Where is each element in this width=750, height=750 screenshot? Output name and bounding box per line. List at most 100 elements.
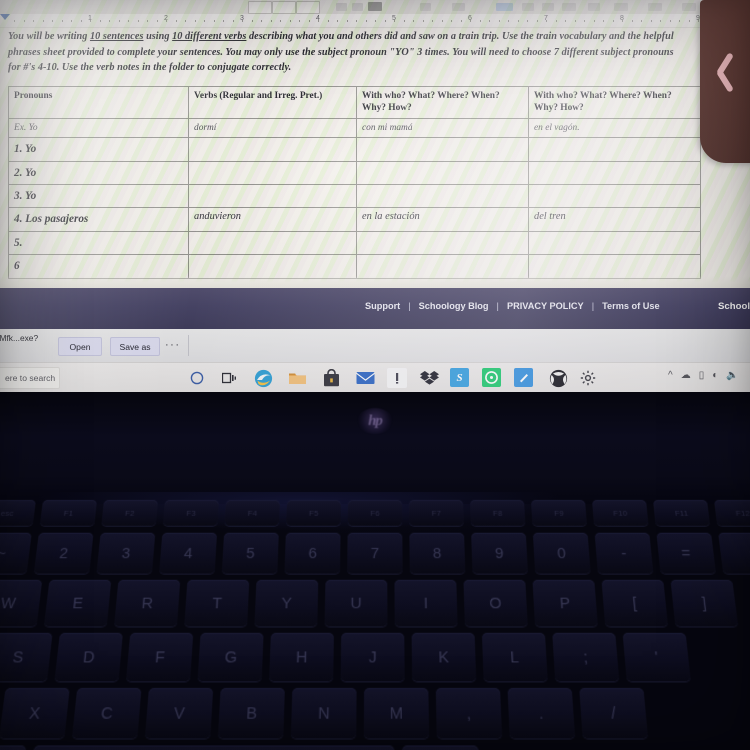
table-cell[interactable] bbox=[528, 137, 701, 162]
keyboard-key[interactable]: J bbox=[340, 632, 405, 682]
battery-icon[interactable]: ▯ bbox=[699, 371, 705, 381]
keyboard-key[interactable]: H bbox=[269, 632, 334, 682]
keyboard-key[interactable]: F1 bbox=[39, 500, 97, 526]
keyboard-key[interactable]: = bbox=[656, 532, 717, 574]
table-cell[interactable] bbox=[356, 254, 529, 279]
table-cell[interactable] bbox=[356, 137, 529, 162]
keyboard-key[interactable]: M bbox=[363, 688, 430, 739]
skype-icon[interactable]: S bbox=[450, 368, 469, 387]
toolbar-box[interactable] bbox=[248, 1, 272, 14]
table-cell[interactable] bbox=[356, 160, 529, 186]
table-cell[interactable] bbox=[188, 184, 357, 209]
toolbar-button[interactable] bbox=[352, 3, 363, 11]
table-cell-pronoun[interactable]: 2. Yo bbox=[8, 160, 189, 186]
keyboard-key[interactable]: 6 bbox=[284, 532, 341, 574]
ruler-left-indent-marker[interactable] bbox=[0, 14, 10, 20]
keyboard-key[interactable]: 4 bbox=[159, 532, 218, 574]
footer-links[interactable]: Support | Schoology Blog | PRIVACY POLICY | Te… bbox=[363, 301, 662, 311]
keyboard-key[interactable]: ] bbox=[670, 579, 739, 627]
keyboard-key[interactable]: R bbox=[114, 579, 181, 627]
volume-icon[interactable]: 🔈 bbox=[726, 371, 738, 381]
table-cell[interactable]: del tren bbox=[528, 207, 701, 232]
keyboard-key[interactable]: 2 bbox=[33, 532, 94, 574]
keyboard-key[interactable]: F11 bbox=[653, 500, 711, 526]
footer-link[interactable]: Schoology Blog bbox=[419, 301, 489, 311]
settings-gear-icon[interactable] bbox=[578, 368, 598, 388]
wifi-icon[interactable]: ◐ bbox=[712, 371, 718, 381]
keyboard-key[interactable]: esc bbox=[0, 500, 36, 526]
xbox-icon[interactable] bbox=[548, 368, 568, 388]
keyboard-key[interactable]: F5 bbox=[286, 500, 341, 526]
keyboard-key[interactable]: F12 bbox=[714, 500, 750, 526]
keyboard-key[interactable]: I bbox=[394, 579, 458, 627]
keyboard-key[interactable]: O bbox=[463, 579, 528, 627]
toolbar-button[interactable] bbox=[542, 3, 554, 11]
app-icon[interactable] bbox=[387, 368, 407, 388]
table-cell-pronoun[interactable]: Ex. Yo bbox=[8, 117, 189, 139]
file-explorer-icon[interactable] bbox=[287, 368, 307, 388]
keyboard-key[interactable]: C bbox=[71, 688, 142, 739]
keyboard-key[interactable]: bksp bbox=[718, 532, 750, 574]
keyboard-key[interactable]: alt bbox=[0, 745, 27, 750]
cortana-icon[interactable] bbox=[187, 368, 207, 388]
table-cell[interactable] bbox=[188, 137, 357, 162]
keyboard-key[interactable]: E bbox=[43, 579, 112, 627]
laptop-keyboard[interactable]: escF1F2F3F4F5F6F7F8F9F10F11F12del~234567… bbox=[0, 500, 750, 750]
table-cell[interactable]: con mi mamá bbox=[356, 117, 529, 139]
keyboard-key[interactable]: P bbox=[532, 579, 598, 627]
toolbar-box[interactable] bbox=[296, 1, 320, 14]
word-ruler[interactable]: 123456789 bbox=[0, 14, 750, 28]
keyboard-key[interactable]: [ bbox=[601, 579, 669, 627]
keyboard-key[interactable]: Y bbox=[254, 579, 319, 627]
keyboard-key[interactable]: , bbox=[435, 688, 503, 739]
toolbar-button[interactable] bbox=[562, 3, 576, 11]
keyboard-key[interactable]: F bbox=[126, 632, 194, 682]
table-cell[interactable] bbox=[528, 184, 701, 209]
keyboard-key[interactable]: 0 bbox=[532, 532, 591, 574]
table-cell[interactable]: anduvieron bbox=[188, 207, 357, 232]
toolbar-button-active[interactable] bbox=[496, 3, 513, 11]
dropbox-icon[interactable] bbox=[419, 368, 439, 388]
open-button[interactable]: Open bbox=[58, 337, 102, 356]
table-cell[interactable] bbox=[528, 254, 701, 279]
office-app-icon[interactable] bbox=[514, 368, 533, 387]
toolbar-button[interactable] bbox=[420, 3, 431, 11]
keyboard-key[interactable]: V bbox=[144, 688, 214, 739]
toolbar-button[interactable] bbox=[368, 2, 382, 11]
keyboard-key[interactable]: 3 bbox=[96, 532, 156, 574]
keyboard-key[interactable]: G bbox=[197, 632, 264, 682]
keyboard-key[interactable]: . bbox=[507, 688, 576, 739]
toolbar-button[interactable] bbox=[682, 3, 696, 11]
keyboard-key[interactable]: F6 bbox=[347, 500, 403, 526]
table-cell[interactable] bbox=[528, 230, 701, 256]
keyboard-key[interactable]: D bbox=[54, 632, 123, 682]
keyboard-key[interactable] bbox=[29, 745, 395, 750]
keyboard-key[interactable]: 5 bbox=[221, 532, 279, 574]
keyboard-key[interactable]: 8 bbox=[409, 532, 466, 574]
keyboard-key[interactable]: F10 bbox=[592, 500, 649, 526]
system-tray[interactable]: ^ ☁ ▯ ◐ 🔈 bbox=[668, 371, 739, 381]
save-as-button[interactable]: Save as bbox=[110, 337, 160, 356]
table-cell[interactable] bbox=[188, 230, 357, 256]
keyboard-key[interactable]: K bbox=[411, 632, 477, 682]
spotify-icon[interactable] bbox=[482, 368, 501, 387]
task-view-icon[interactable] bbox=[219, 368, 239, 388]
table-cell[interactable] bbox=[356, 184, 529, 209]
table-cell[interactable] bbox=[188, 160, 357, 186]
keyboard-key[interactable]: F4 bbox=[224, 500, 280, 526]
footer-link[interactable]: PRIVACY POLICY bbox=[507, 301, 584, 311]
keyboard-key[interactable]: 7 bbox=[347, 532, 403, 574]
keyboard-key[interactable]: X bbox=[0, 688, 70, 739]
table-cell[interactable] bbox=[188, 254, 357, 279]
table-cell[interactable]: dormí bbox=[188, 117, 357, 139]
keyboard-key[interactable]: F9 bbox=[531, 500, 587, 526]
keyboard-key[interactable]: - bbox=[594, 532, 654, 574]
table-cell[interactable]: en el vagón. bbox=[528, 117, 701, 139]
table-cell-pronoun[interactable]: 1. Yo bbox=[8, 137, 189, 162]
toolbar-button[interactable] bbox=[452, 3, 465, 11]
keyboard-key[interactable]: W bbox=[0, 579, 43, 627]
toolbar-button[interactable] bbox=[614, 3, 628, 11]
table-cell-pronoun[interactable]: 4. Los pasajeros bbox=[8, 207, 189, 232]
keyboard-key[interactable]: 9 bbox=[471, 532, 529, 574]
keyboard-key[interactable]: U bbox=[324, 579, 388, 627]
